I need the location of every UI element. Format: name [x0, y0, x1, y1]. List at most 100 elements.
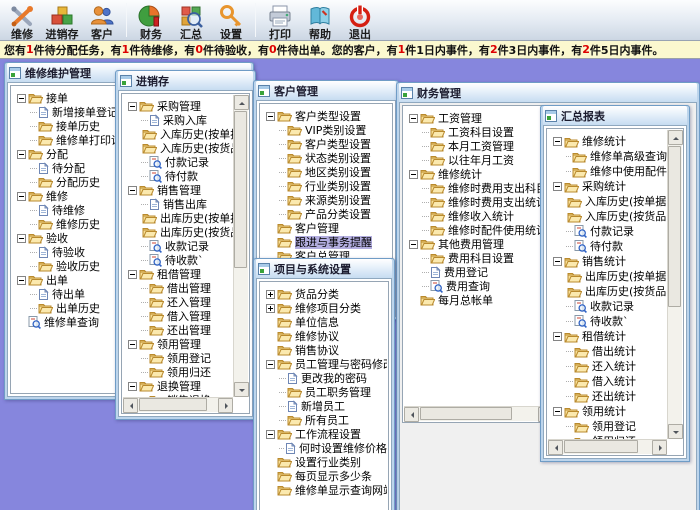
tree-item[interactable]: 费用登记 [404, 265, 553, 279]
tree-item[interactable]: 维修单显示查询网站 [261, 483, 387, 497]
tree-item[interactable]: 何时设置维修价格 [261, 441, 387, 455]
tree-item[interactable]: 收款记录 [548, 299, 667, 314]
tree-item[interactable]: 收款记录 [123, 239, 233, 253]
tree-item[interactable]: 入库历史(按货品) [123, 141, 233, 155]
scrollbar-thumb[interactable] [564, 440, 638, 453]
tree-item[interactable]: 维修中使用配件 [548, 164, 667, 179]
tree-item[interactable]: 采购统计 [548, 179, 667, 194]
tree-item[interactable]: 销售出库 [123, 197, 233, 211]
tree-item[interactable]: 行业类别设置 [261, 179, 391, 193]
tree-item[interactable]: 工资管理 [404, 111, 553, 125]
scroll-up-icon[interactable] [668, 130, 683, 145]
tree-item[interactable]: 领用归还 [123, 365, 233, 379]
tree-item[interactable]: 付款记录 [548, 224, 667, 239]
horizontal-scrollbar[interactable] [123, 397, 233, 412]
tree-item[interactable]: 还入统计 [548, 359, 667, 374]
tree-item[interactable]: 每月总帐单 [404, 293, 553, 307]
collapse-icon[interactable] [409, 240, 418, 249]
tree-item[interactable]: 维修时费用支出统计 [404, 195, 553, 209]
tree-item[interactable]: 客户管理 [261, 221, 391, 235]
tree-item[interactable]: 借出管理 [123, 281, 233, 295]
toolbar-button-exit[interactable]: 退出 [340, 1, 380, 39]
tree-item[interactable]: 维修协议 [261, 329, 387, 343]
scroll-right-icon[interactable] [652, 440, 667, 455]
tree-item[interactable]: 还入管理 [123, 295, 233, 309]
window-titlebar[interactable]: 客户管理 [256, 81, 396, 100]
collapse-icon[interactable] [128, 382, 137, 391]
tree-item[interactable]: 维修统计 [404, 167, 553, 181]
collapse-icon[interactable] [128, 340, 137, 349]
tree-item[interactable]: 待收款` [123, 253, 233, 267]
horizontal-scrollbar[interactable] [548, 439, 667, 454]
tree-item[interactable]: 货品分类 [261, 287, 387, 301]
window-titlebar[interactable]: 汇总报表 [543, 106, 687, 125]
tree-item[interactable]: 来源类别设置 [261, 193, 391, 207]
collapse-icon[interactable] [128, 270, 137, 279]
expand-icon[interactable] [266, 304, 275, 313]
scroll-left-icon[interactable] [404, 407, 419, 422]
tree-item[interactable]: 退换管理 [123, 379, 233, 393]
tree-item[interactable]: 维修统计 [548, 134, 667, 149]
tree-item[interactable]: 待付款 [548, 239, 667, 254]
tree-item[interactable]: 租借统计 [548, 329, 667, 344]
tree-item[interactable]: 采购管理 [123, 99, 233, 113]
collapse-icon[interactable] [128, 102, 137, 111]
tree-item[interactable]: 待付款 [123, 169, 233, 183]
scrollbar-thumb[interactable] [420, 407, 512, 420]
collapse-icon[interactable] [128, 186, 137, 195]
tree-item[interactable]: 费用查询 [404, 279, 553, 293]
tree-item[interactable]: 销售管理 [123, 183, 233, 197]
toolbar-button-print[interactable]: 打印 [260, 1, 300, 39]
tree-item[interactable]: 入库历史(按单据) [123, 127, 233, 141]
toolbar-button-customer[interactable]: 客户 [82, 1, 122, 39]
tree-item[interactable]: 还出管理 [123, 323, 233, 337]
tree-item[interactable]: 客户类型设置 [261, 137, 391, 151]
collapse-icon[interactable] [17, 276, 26, 285]
tree-item[interactable]: 借入统计 [548, 374, 667, 389]
toolbar-button-finance[interactable]: 财务 [131, 1, 171, 39]
collapse-icon[interactable] [266, 430, 275, 439]
vertical-scrollbar[interactable] [667, 130, 682, 439]
collapse-icon[interactable] [17, 94, 26, 103]
collapse-icon[interactable] [17, 192, 26, 201]
tree-item[interactable]: 本月工资管理 [404, 139, 553, 153]
tree-item[interactable]: 员工职务管理 [261, 385, 387, 399]
collapse-icon[interactable] [266, 360, 275, 369]
toolbar-button-help[interactable]: 帮助 [300, 1, 340, 39]
toolbar-button-summary[interactable]: 汇总 [171, 1, 211, 39]
collapse-icon[interactable] [553, 407, 562, 416]
scroll-left-icon[interactable] [548, 440, 563, 455]
tree-item[interactable]: 维修项目分类 [261, 301, 387, 315]
tree-item[interactable]: 领用统计 [548, 404, 667, 419]
tree-item[interactable]: 更改我的密码 [261, 371, 387, 385]
tree-item[interactable]: 出库历史(按货品) [548, 284, 667, 299]
collapse-icon[interactable] [553, 137, 562, 146]
tree-item[interactable]: 跟进与事务提醒 [261, 235, 391, 249]
tree-item[interactable]: 地区类别设置 [261, 165, 391, 179]
tree-item[interactable]: 费用科目设置 [404, 251, 553, 265]
tree-item[interactable]: 付款记录 [123, 155, 233, 169]
tree-item[interactable]: 借出统计 [548, 344, 667, 359]
tree-item[interactable]: 领用管理 [123, 337, 233, 351]
toolbar-button-settings[interactable]: 设置 [211, 1, 251, 39]
collapse-icon[interactable] [17, 234, 26, 243]
tree-item[interactable]: 租借管理 [123, 267, 233, 281]
vertical-scrollbar[interactable] [233, 95, 248, 397]
tree-item[interactable]: 单位信息 [261, 315, 387, 329]
tree-item[interactable]: 每页显示多少条 [261, 469, 387, 483]
tree-item[interactable]: 领用登记 [123, 351, 233, 365]
collapse-icon[interactable] [553, 332, 562, 341]
tree-item[interactable]: 还出统计 [548, 389, 667, 404]
tree-item[interactable]: 销售协议 [261, 343, 387, 357]
toolbar-button-repair[interactable]: 维修 [2, 1, 42, 39]
scroll-down-icon[interactable] [668, 424, 683, 439]
collapse-icon[interactable] [17, 150, 26, 159]
tree-item[interactable]: 出库历史(按单据) [548, 269, 667, 284]
collapse-icon[interactable] [553, 257, 562, 266]
tree-item[interactable]: 客户类型设置 [261, 109, 391, 123]
tree-item[interactable]: 出库历史(按货品) [123, 225, 233, 239]
toolbar-button-inventory[interactable]: 进销存 [42, 1, 82, 39]
tree-item[interactable]: 借入管理 [123, 309, 233, 323]
tree-item[interactable]: 产品分类设置 [261, 207, 391, 221]
tree-item[interactable]: 状态类别设置 [261, 151, 391, 165]
